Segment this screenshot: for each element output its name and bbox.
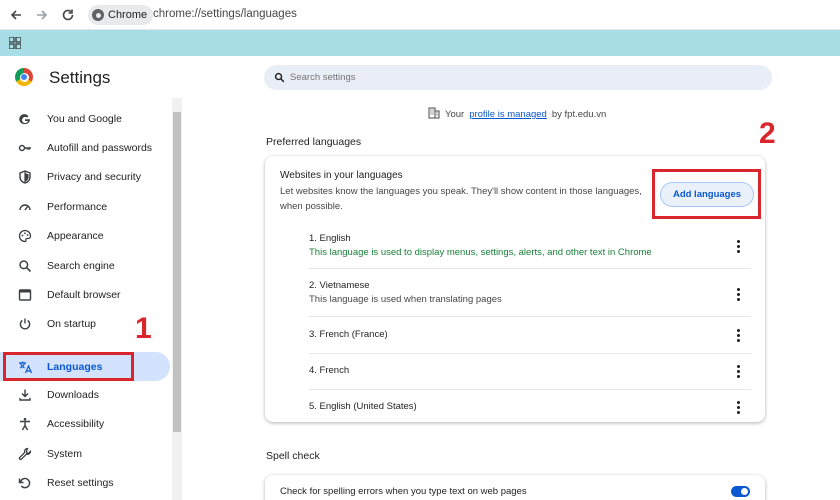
sidebar-item-label: Search engine [47,259,115,272]
search-bar[interactable] [264,65,772,90]
building-icon [428,107,440,122]
sidebar-item-privacy[interactable]: Privacy and security [0,162,170,191]
sidebar-item-label: Reset settings [47,476,114,489]
language-row: 3. French (France) [309,318,751,354]
google-icon [17,111,33,127]
wrench-icon [17,446,33,462]
reload-icon[interactable] [59,6,77,24]
sidebar-item-label: Privacy and security [47,170,141,183]
address-bar-url[interactable]: chrome://settings/languages [153,8,297,20]
sidebar-item-label: Downloads [47,388,99,401]
search-input[interactable] [290,72,730,83]
more-vert-icon[interactable] [736,288,740,301]
apps-grid-icon[interactable] [8,36,22,54]
sidebar-item-default-browser[interactable]: Default browser [0,280,170,309]
spell-check-toggle[interactable] [731,486,750,497]
managed-prefix: Your [445,109,465,120]
step-number-1: 1 [135,312,152,345]
accessibility-icon [17,416,33,432]
more-vert-icon[interactable] [736,401,740,414]
language-row: 5. English (United States) [309,390,751,422]
sidebar-item-label: Performance [47,200,108,213]
chrome-logo-icon [15,68,33,86]
sidebar-item-search-engine[interactable]: Search engine [0,251,170,280]
sidebar-item-label: System [47,447,83,460]
browser-toolbar: Chrome chrome://settings/languages [0,0,840,30]
highlight-box-add-languages [652,169,761,219]
sidebar-item-label: Autofill and passwords [47,141,153,154]
managed-notice: Your profile is managed by fpt.edu.vn [428,107,606,122]
forward-arrow-icon[interactable] [33,6,51,24]
shield-icon [17,169,33,185]
highlight-box-languages [3,352,134,381]
sidebar-item-system[interactable]: System [0,439,170,468]
back-arrow-icon[interactable] [7,6,25,24]
key-icon [17,140,33,156]
palette-icon [17,228,33,244]
preferred-languages-heading: Preferred languages [266,136,362,148]
sidebar-item-performance[interactable]: Performance [0,192,170,221]
sidebar-item-autofill[interactable]: Autofill and passwords [0,133,170,162]
language-name: 3. French (France) [309,329,388,340]
language-row: 1. English This language is used to disp… [309,226,751,269]
sidebar-scrollbar-thumb[interactable] [173,112,181,432]
language-name: 1. English [309,233,351,244]
sidebar-item-appearance[interactable]: Appearance [0,221,170,250]
spell-check-heading: Spell check [266,450,320,462]
language-note: This language is used to display menus, … [309,247,652,258]
bookmarks-bar [0,30,840,56]
sidebar-item-downloads[interactable]: Downloads [0,380,170,409]
site-info-chip[interactable]: Chrome [88,5,154,25]
card-title: Websites in your languages [280,170,403,181]
more-vert-icon[interactable] [736,329,740,342]
sidebar-item-reset[interactable]: Reset settings [0,468,170,497]
chip-label: Chrome [108,9,148,21]
managed-suffix: by fpt.edu.vn [551,109,607,120]
sidebar-item-label: Default browser [47,288,121,301]
sidebar-item-label: Appearance [47,229,104,242]
profile-managed-link[interactable]: profile is managed [469,109,547,120]
search-icon [274,72,286,84]
sidebar-item-label: On startup [47,317,97,330]
language-note: This language is used when translating p… [309,294,502,305]
more-vert-icon[interactable] [736,365,740,378]
card-description: Let websites know the languages you spea… [280,186,642,212]
language-name: 2. Vietnamese [309,280,370,291]
settings-title: Settings [49,68,111,87]
language-name: 5. English (United States) [309,401,417,412]
browser-icon [17,287,33,303]
language-row: 2. Vietnamese This language is used when… [309,274,751,317]
step-number-2: 2 [759,117,776,150]
spell-check-option-label: Check for spelling errors when you type … [280,486,527,497]
sidebar-item-label: You and Google [47,112,122,125]
language-row: 4. French [309,354,751,390]
sidebar-item-you-and-google[interactable]: You and Google [0,104,170,133]
reset-icon [17,475,33,491]
language-name: 4. French [309,365,350,376]
search-icon [17,258,33,274]
download-icon [17,387,33,403]
chrome-logo-icon [92,9,104,21]
sidebar-item-accessibility[interactable]: Accessibility [0,409,170,438]
gauge-icon [17,199,33,215]
sidebar-item-label: Accessibility [47,417,105,430]
power-icon [17,316,33,332]
more-vert-icon[interactable] [736,240,740,253]
